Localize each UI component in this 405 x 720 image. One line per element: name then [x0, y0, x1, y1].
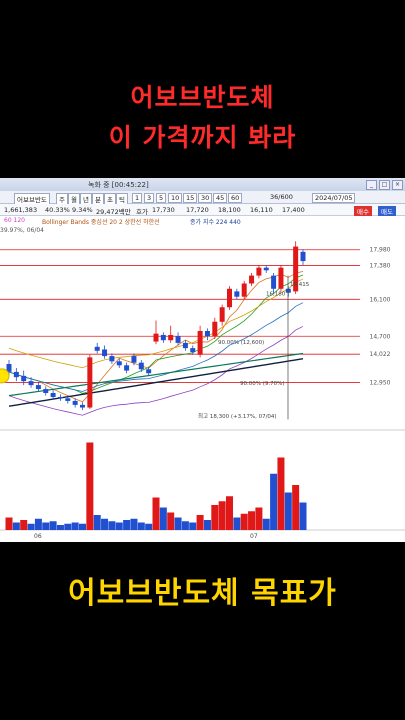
- highlight-circle: [0, 368, 10, 384]
- chart-annotation: 16,180: [266, 291, 286, 297]
- price-level-label: 12,950: [370, 379, 391, 386]
- volume-bar: [108, 521, 116, 530]
- candle-body: [271, 275, 277, 289]
- trading-window: 녹화 중 [00:45:22] _ □ × 어보브반도 주 월 년 분 초 틱 …: [0, 178, 405, 542]
- volume-bar: [203, 520, 211, 530]
- volume-bar: [233, 517, 241, 530]
- candle-body: [109, 356, 115, 362]
- chart-annotation: 90.00% (12,600): [218, 340, 264, 346]
- volume-bar: [71, 522, 79, 530]
- volume-bar: [115, 522, 123, 530]
- volume-bar: [86, 442, 94, 530]
- volume-bar: [284, 492, 292, 530]
- candle-body: [102, 349, 108, 357]
- candle-body: [116, 361, 122, 366]
- volume-bar: [49, 521, 57, 530]
- candle-body: [65, 398, 71, 401]
- volume-bar: [34, 518, 42, 530]
- volume-bar: [12, 522, 20, 530]
- candle-body: [80, 404, 85, 408]
- candle-body: [124, 365, 130, 371]
- candle-body: [87, 357, 93, 408]
- price-level-label: 17,980: [370, 247, 391, 254]
- candle-body: [249, 275, 255, 284]
- candle-body: [35, 385, 41, 390]
- price-level-label: 14,700: [370, 333, 391, 340]
- volume-bar: [292, 485, 300, 530]
- bollinger-mid-line: [8, 302, 304, 392]
- candle-body: [160, 334, 166, 341]
- volume-bar: [211, 505, 219, 530]
- candle-body: [256, 267, 262, 276]
- candle-body: [182, 342, 188, 349]
- headline-line-2: 이 가격까지 봐라: [108, 123, 297, 152]
- candle-body: [175, 336, 181, 343]
- volume-bar: [167, 512, 175, 530]
- volume-bar: [123, 520, 131, 530]
- volume-bar: [152, 497, 160, 530]
- volume-bar: [130, 518, 138, 530]
- candle-body: [43, 389, 49, 394]
- candle-body: [138, 362, 144, 370]
- candle-body: [72, 400, 78, 405]
- volume-bar: [181, 521, 189, 530]
- price-level-label: 17,380: [370, 263, 391, 270]
- chart-annotation: 90.00% (9.70%): [240, 381, 284, 387]
- volume-bar: [20, 520, 28, 530]
- candle-body: [300, 251, 306, 262]
- chart-annotation: 16,415: [290, 282, 310, 288]
- volume-bar: [27, 523, 35, 530]
- candle-body: [50, 393, 56, 397]
- volume-bar: [93, 515, 101, 530]
- candle-body: [234, 291, 240, 297]
- volume-bar: [64, 523, 72, 530]
- candlestick-chart[interactable]: 17,980 17,380 16,100 14,700 14,022 12,950 16,4…: [0, 178, 405, 542]
- volume-bar: [299, 502, 307, 530]
- volume-bar: [137, 522, 145, 530]
- x-axis-label: 06: [34, 533, 42, 540]
- candle-body: [146, 369, 152, 374]
- candle-body: [197, 331, 203, 355]
- candle-body: [28, 381, 34, 386]
- candle-body: [212, 321, 218, 337]
- price-level-label: 14,022: [370, 351, 391, 358]
- volume-bar: [248, 511, 256, 530]
- candle-body: [57, 396, 63, 399]
- x-axis-label: 07: [250, 533, 258, 540]
- volume-bar: [174, 517, 182, 530]
- volume-bar: [56, 525, 64, 530]
- volume-bar: [189, 522, 197, 530]
- volume-bar: [101, 518, 109, 530]
- volume-bar: [145, 523, 153, 530]
- candle-body: [278, 267, 284, 289]
- volume-bar: [42, 522, 50, 530]
- price-level-label: 16,100: [370, 296, 391, 303]
- chart-annotation: 최고 18,300 (+3.17%, 07/04): [198, 412, 277, 420]
- volume-bar: [5, 517, 13, 530]
- caption-target-price: 어보브반도체 목표가: [68, 576, 337, 611]
- candle-body: [153, 333, 159, 342]
- candle-body: [241, 283, 247, 297]
- volume-bar: [277, 457, 285, 530]
- volume-bar: [226, 496, 233, 530]
- candle-body: [219, 307, 225, 322]
- volume-bar: [159, 507, 167, 530]
- candle-body: [263, 267, 269, 271]
- candle-body: [204, 331, 210, 337]
- candle-body: [13, 371, 19, 378]
- volume-bar: [196, 515, 204, 530]
- candle-body: [131, 356, 137, 363]
- volume-bar: [270, 473, 278, 530]
- volume-bar: [218, 501, 226, 530]
- volume-bar: [262, 518, 270, 530]
- candle-body: [227, 288, 232, 308]
- candle-body: [94, 346, 100, 351]
- candle-body: [21, 375, 27, 382]
- volume-bar: [79, 523, 86, 530]
- volume-bar: [255, 507, 263, 530]
- candle-body: [168, 334, 174, 341]
- volume-bar: [240, 513, 248, 530]
- candle-body: [190, 348, 196, 353]
- headline-line-1: 어보브반도체: [130, 83, 275, 112]
